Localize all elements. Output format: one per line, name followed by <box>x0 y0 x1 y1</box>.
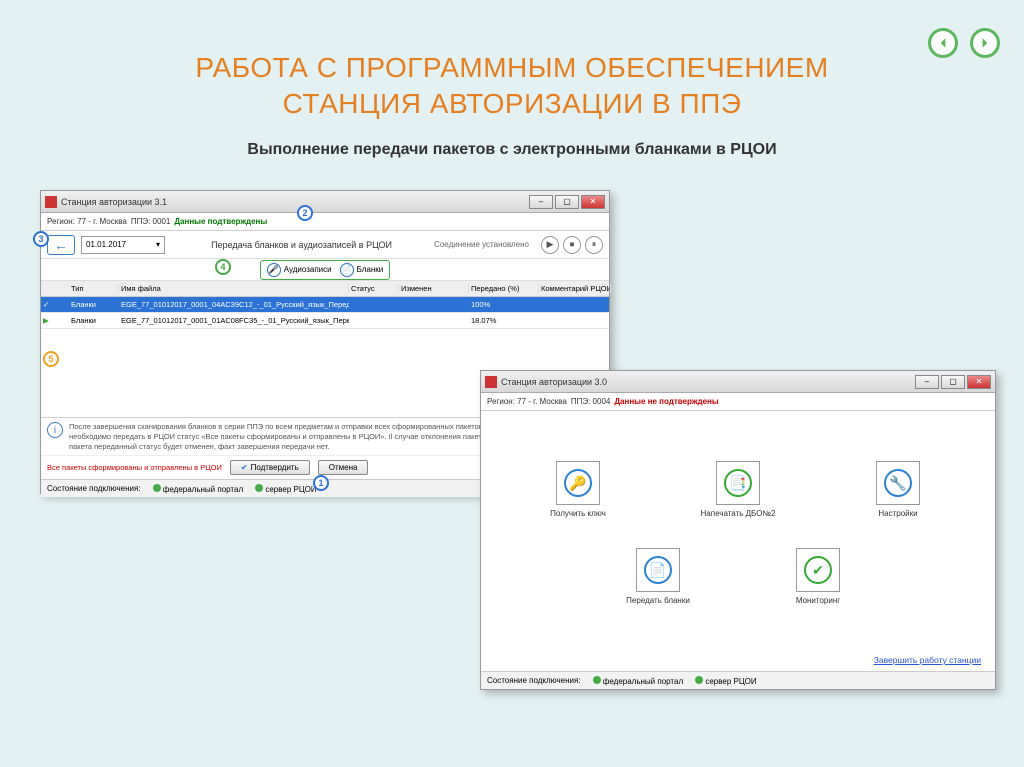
col-changed: Изменен <box>399 284 469 293</box>
marker-2: 2 <box>297 205 313 221</box>
status-conn-label: Состояние подключения: <box>47 484 141 493</box>
region-bar: Регион: 77 - г. Москва ППЭ: 0004 Данные … <box>481 393 995 411</box>
cancel-button[interactable]: Отмена <box>318 460 369 475</box>
stop-icon[interactable]: ⏹ <box>563 236 581 254</box>
audio-button[interactable]: 🎤Аудиозаписи <box>267 263 332 277</box>
col-comm: Комментарий РЦОИ <box>539 284 611 293</box>
connection-status: Соединение установлено <box>434 240 529 249</box>
key-icon: 🔑 <box>564 469 592 497</box>
maximize-button[interactable]: ▢ <box>555 195 579 209</box>
info-icon: i <box>47 422 63 438</box>
ppe-label: ППЭ: 0004 <box>571 397 611 406</box>
date-picker[interactable]: 01.01.2017▾ <box>81 236 165 254</box>
title-line1: РАБОТА С ПРОГРАММНЫМ ОБЕСПЕЧЕНИЕМ <box>195 52 828 83</box>
slide-title: РАБОТА С ПРОГРАММНЫМ ОБЕСПЕЧЕНИЕМ СТАНЦИ… <box>0 0 1024 123</box>
app-icon <box>485 376 497 388</box>
confirm-button[interactable]: ✔Подтвердить <box>230 460 310 475</box>
blanks-button[interactable]: 📄Бланки <box>340 263 384 277</box>
marker-1: 1 <box>313 475 329 491</box>
tile-transfer[interactable]: 📄 Передать бланки <box>613 548 703 605</box>
stop-link[interactable]: Завершить работу станции <box>874 655 981 665</box>
titlebar: Станция авторизации 3.1 – ▢ ✕ <box>41 191 609 213</box>
col-file: Имя файла <box>119 284 349 293</box>
toolbar: ← 01.01.2017▾ Передача бланков и аудиоза… <box>41 231 609 259</box>
back-button[interactable]: ← <box>47 235 75 255</box>
grid-header: Тип Имя файла Статус Изменен Передано (%… <box>41 281 609 297</box>
close-button[interactable]: ✕ <box>967 375 991 389</box>
docs-icon: 📄 <box>644 556 672 584</box>
data-status: Данные подтверждены <box>174 217 267 226</box>
row-icon: ✓ <box>41 300 69 309</box>
minimize-button[interactable]: – <box>915 375 939 389</box>
mic-icon: 🎤 <box>267 263 281 277</box>
tiles-area: 🔑 Получить ключ 📑 Напечатать ДБО№2 🔧 Нас… <box>481 411 995 615</box>
doc-icon: 📄 <box>340 263 354 277</box>
region-label: Регион: 77 - г. Москва <box>47 217 127 226</box>
window-main-menu: Станция авторизации 3.0 – ▢ ✕ Регион: 77… <box>480 370 996 690</box>
ppe-label: ППЭ: 0001 <box>131 217 171 226</box>
titlebar: Станция авторизации 3.0 – ▢ ✕ <box>481 371 995 393</box>
pause-icon[interactable]: ⏸ <box>585 236 603 254</box>
play-icon[interactable]: ▶ <box>541 236 559 254</box>
col-status: Статус <box>349 284 399 293</box>
col-type: Тип <box>69 284 119 293</box>
status-dot-icon <box>695 676 703 684</box>
status-dot-icon <box>153 484 161 492</box>
app-icon <box>45 196 57 208</box>
status-conn-label: Состояние подключения: <box>487 676 581 685</box>
data-status: Данные не подтверждены <box>614 397 718 406</box>
dropdown-icon: ▾ <box>156 240 160 249</box>
window-title: Станция авторизации 3.1 <box>61 197 167 207</box>
marker-4: 4 <box>215 259 231 275</box>
table-row[interactable]: ✓ Бланки EGE_77_01012017_0001_04AC39C12_… <box>41 297 609 313</box>
title-line2: СТАНЦИЯ АВТОРИЗАЦИИ В ППЭ <box>283 88 742 119</box>
mode-toolbar: 🎤Аудиозаписи 📄Бланки <box>41 259 609 281</box>
status-dot-icon <box>255 484 263 492</box>
print-icon: 📑 <box>724 469 752 497</box>
tile-print[interactable]: 📑 Напечатать ДБО№2 <box>693 461 783 518</box>
red-note: Все пакеты сформированы и отправлены в Р… <box>47 463 222 472</box>
col-pct: Передано (%) <box>469 284 539 293</box>
table-row[interactable]: ▶ Бланки EGE_77_01012017_0001_01AC08FC35… <box>41 313 609 329</box>
status-dot-icon <box>593 676 601 684</box>
statusbar: Состояние подключения: федеральный порта… <box>481 671 995 689</box>
tile-settings[interactable]: 🔧 Настройки <box>853 461 943 518</box>
maximize-button[interactable]: ▢ <box>941 375 965 389</box>
marker-5: 5 <box>43 351 59 367</box>
tile-monitoring[interactable]: ✔ Мониторинг <box>773 548 863 605</box>
check-icon: ✔ <box>241 463 248 472</box>
prev-slide-button[interactable] <box>928 28 958 58</box>
next-slide-button[interactable] <box>970 28 1000 58</box>
marker-3: 3 <box>33 231 49 247</box>
wrench-icon: 🔧 <box>884 469 912 497</box>
minimize-button[interactable]: – <box>529 195 553 209</box>
slide-subtitle: Выполнение передачи пакетов с электронны… <box>0 141 1024 159</box>
region-bar: Регион: 77 - г. Москва ППЭ: 0001 Данные … <box>41 213 609 231</box>
tile-get-key[interactable]: 🔑 Получить ключ <box>533 461 623 518</box>
window-title: Станция авторизации 3.0 <box>501 377 607 387</box>
section-title: Передача бланков и аудиозаписей в РЦОИ <box>211 240 392 250</box>
region-label: Регион: 77 - г. Москва <box>487 397 567 406</box>
row-icon: ▶ <box>41 316 69 325</box>
close-button[interactable]: ✕ <box>581 195 605 209</box>
mode-group: 🎤Аудиозаписи 📄Бланки <box>260 260 391 280</box>
monitor-icon: ✔ <box>804 556 832 584</box>
